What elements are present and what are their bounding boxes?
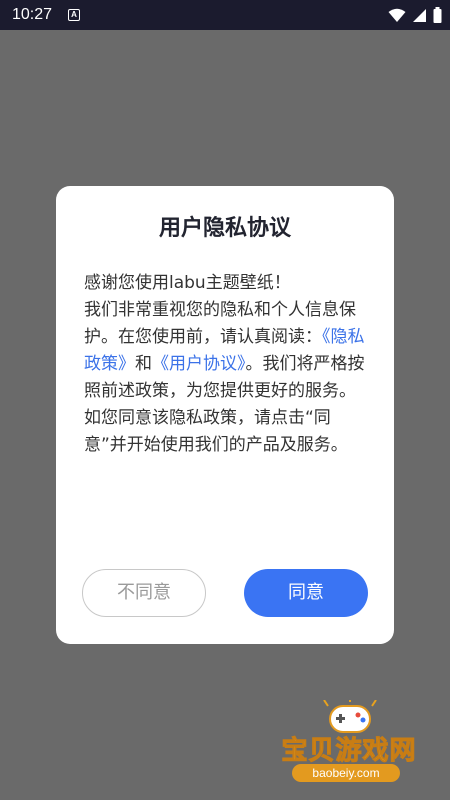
signal-icon [412, 8, 427, 23]
watermark-domain: baobeiy.com [292, 764, 400, 782]
dialog-body: 感谢您使用labu主题壁纸！ 我们非常重视您的隐私和个人信息保护。在您使用前，请… [84, 270, 368, 459]
privacy-dialog: 用户隐私协议 感谢您使用labu主题壁纸！ 我们非常重视您的隐私和个人信息保护。… [56, 186, 394, 644]
status-icons [388, 7, 442, 23]
body-intro: 我们非常重视您的隐私和个人信息保护。在您使用前，请认真阅读： [84, 300, 356, 347]
watermark-title: 宝贝游戏网 [281, 736, 417, 767]
agree-button[interactable]: 同意 [244, 569, 368, 617]
wifi-icon [388, 8, 406, 23]
body-and: 和 [135, 354, 152, 374]
disagree-button[interactable]: 不同意 [82, 569, 206, 617]
dialog-title: 用户隐私协议 [158, 216, 291, 241]
gamepad-logo-icon [320, 698, 380, 734]
status-bar: 10:27 A [0, 0, 450, 30]
body-greeting: 感谢您使用labu主题壁纸！ [84, 273, 291, 293]
user-agreement-link[interactable]: 《用户协议》 [152, 354, 246, 374]
status-time: 10:27 [12, 6, 53, 23]
battery-icon [433, 7, 442, 23]
watermark: 宝贝游戏网 baobeiy.com [270, 698, 430, 788]
notification-a-icon: A [68, 9, 80, 21]
